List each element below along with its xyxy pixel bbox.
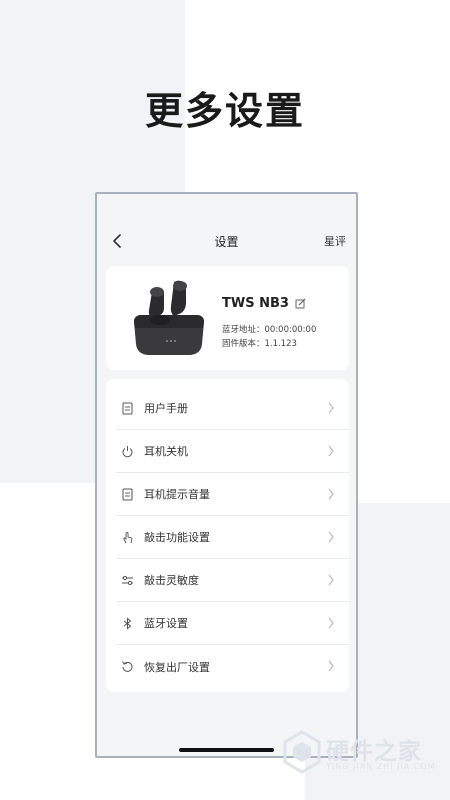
- menu-label: 敲击功能设置: [144, 531, 210, 544]
- device-name-row: TWS NB3: [222, 296, 306, 311]
- menu-label: 敲击灵敏度: [144, 574, 199, 587]
- bluetooth-address: 蓝牙地址：00:00:00:00: [222, 325, 317, 335]
- firmware-version: 固件版本：1.1.123: [222, 339, 297, 349]
- menu-label: 用户手册: [144, 402, 188, 415]
- chevron-right-icon: [328, 488, 334, 500]
- edit-icon[interactable]: [295, 298, 306, 309]
- menu-item-prompt-volume[interactable]: 耳机提示音量: [116, 473, 349, 516]
- menu-label: 恢复出厂设置: [144, 660, 210, 674]
- watermark-subtext: YING JIAN ZHI JIA.COM: [326, 762, 436, 771]
- menu-label: 蓝牙设置: [144, 617, 188, 630]
- menu-item-tap-sensitivity[interactable]: 敲击灵敏度: [116, 559, 349, 602]
- chevron-right-icon: [328, 617, 334, 629]
- menu-item-bluetooth[interactable]: 蓝牙设置: [116, 602, 349, 645]
- home-indicator: [179, 748, 274, 752]
- promo-title: 更多设置: [144, 89, 305, 133]
- watermark: 硬件之家 YING JIAN ZHI JIA.COM: [282, 728, 436, 778]
- menu-label: 耳机提示音量: [144, 488, 210, 501]
- device-name: TWS NB3: [222, 296, 289, 311]
- device-card[interactable]: TWS NB3 蓝牙地址：00:00:00:00 固件版本：1.1.123: [106, 266, 349, 370]
- chevron-right-icon: [328, 574, 334, 586]
- chevron-right-icon: [328, 531, 334, 543]
- navbar: 设置 星评: [97, 224, 356, 260]
- chevron-right-icon: [328, 402, 334, 414]
- menu-item-user-manual[interactable]: 用户手册: [116, 387, 349, 430]
- bluetooth-icon: [123, 616, 131, 630]
- menu-item-tap-function[interactable]: 敲击功能设置: [116, 516, 349, 559]
- manual-icon: [122, 402, 132, 414]
- phone-frame: 设置 星评 TWS NB3 蓝牙地址：00:00:00:00 固件版本：1.1.…: [95, 192, 358, 758]
- watermark-text: 硬件之家: [326, 739, 422, 765]
- power-icon: [122, 445, 132, 457]
- chevron-right-icon: [328, 445, 334, 457]
- status-bar: [97, 194, 356, 210]
- menu-item-power-off[interactable]: 耳机关机: [116, 430, 349, 473]
- document-icon: [122, 488, 132, 500]
- sliders-icon: [121, 575, 133, 585]
- tap-icon: [122, 531, 132, 543]
- rate-button[interactable]: 星评: [324, 224, 346, 260]
- chevron-right-icon: [328, 660, 334, 672]
- menu-item-factory-reset[interactable]: 恢复出厂设置: [116, 645, 349, 688]
- settings-menu: 用户手册 耳机关机 耳机提示音量 敲击功能设置 敲击灵敏度 蓝牙设置 恢复出厂设…: [106, 379, 349, 692]
- reset-icon: [121, 661, 132, 672]
- earbuds-image: [134, 280, 204, 355]
- watermark-logo-icon: [283, 730, 321, 774]
- menu-label: 耳机关机: [144, 445, 188, 458]
- page-title: 设置: [214, 235, 239, 249]
